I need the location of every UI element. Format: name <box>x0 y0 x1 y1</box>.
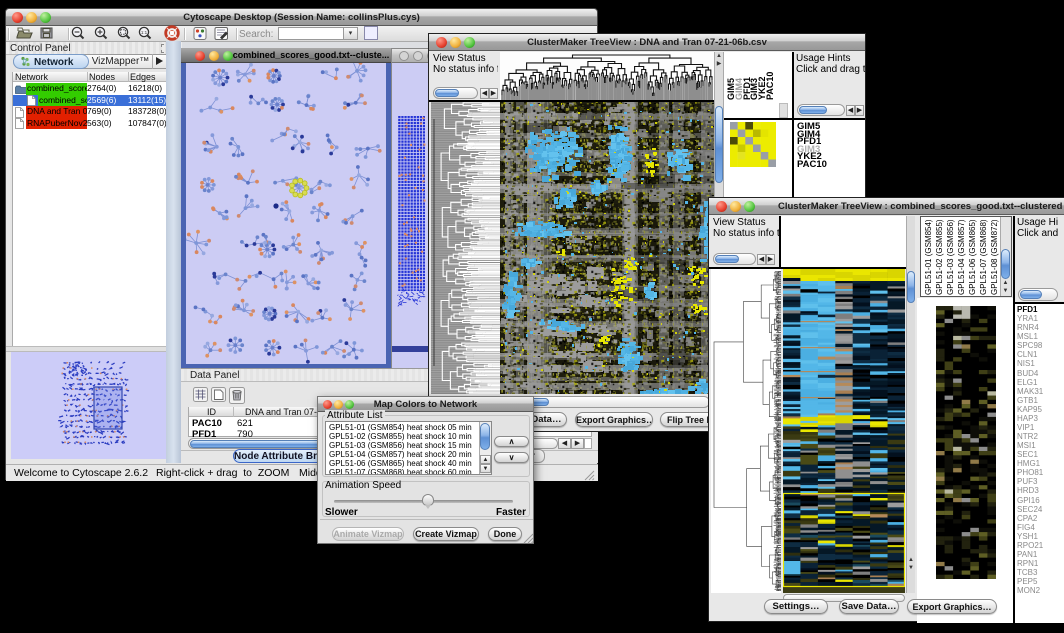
svg-text:1:1: 1:1 <box>141 30 148 35</box>
